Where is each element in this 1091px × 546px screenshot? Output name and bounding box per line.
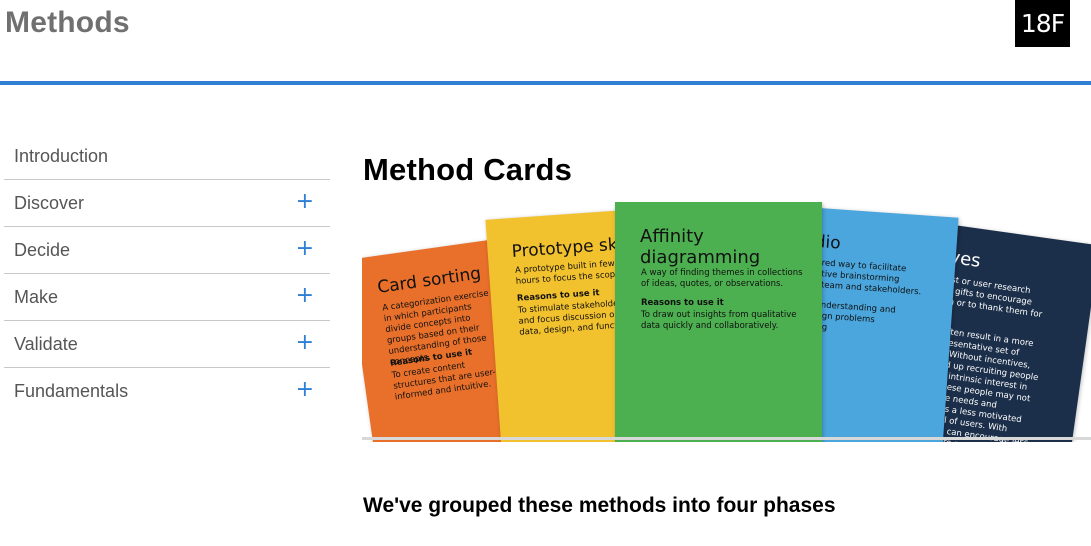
- expand-plus-icon[interactable]: +: [296, 190, 314, 214]
- sidebar-item-label: Discover: [14, 192, 85, 213]
- expand-plus-icon[interactable]: +: [296, 331, 314, 355]
- sidebar-item-label: Introduction: [14, 145, 109, 166]
- method-cards-image: Card sorting A categorization exercise i…: [362, 202, 1091, 442]
- expand-plus-icon[interactable]: +: [296, 284, 314, 308]
- card-title-line1: Affinity: [640, 226, 704, 247]
- sidebar-item-label: Fundamentals: [14, 380, 129, 401]
- card-reasons-label: Reasons to use it: [641, 298, 724, 308]
- sidebar-item-label: Make: [14, 286, 59, 307]
- sidebar-item-fundamentals[interactable]: Fundamentals +: [4, 368, 330, 414]
- site-title-link[interactable]: Methods: [5, 6, 130, 40]
- sidebar-item-discover[interactable]: Discover +: [4, 180, 330, 227]
- card-title-line2: diagramming: [640, 247, 761, 268]
- card-reasons-text: To draw out insights from qualitative da…: [641, 310, 797, 331]
- affinity-diagramming-card: Affinity diagramming A way of finding th…: [615, 202, 822, 442]
- 18f-logo[interactable]: 18F: [1015, 0, 1070, 47]
- cards-shadow-line: [362, 437, 1091, 440]
- expand-plus-icon[interactable]: +: [296, 237, 314, 261]
- sidebar-item-label: Validate: [14, 333, 78, 354]
- sidebar-item-decide[interactable]: Decide +: [4, 227, 330, 274]
- sidebar-nav: Introduction Discover + Decide + Make + …: [4, 133, 330, 414]
- sidebar-item-label: Decide: [14, 239, 71, 260]
- header-divider: [0, 81, 1091, 85]
- sidebar-item-validate[interactable]: Validate +: [4, 321, 330, 368]
- sidebar-item-make[interactable]: Make +: [4, 274, 330, 321]
- page-title: Method Cards: [363, 152, 573, 187]
- phases-heading: We've grouped these methods into four ph…: [363, 494, 836, 517]
- expand-plus-icon[interactable]: +: [296, 378, 314, 402]
- card-description: A way of finding themes in collections o…: [641, 268, 803, 289]
- site-header: Methods 18F: [0, 0, 1091, 85]
- sidebar-item-introduction[interactable]: Introduction: [4, 133, 330, 180]
